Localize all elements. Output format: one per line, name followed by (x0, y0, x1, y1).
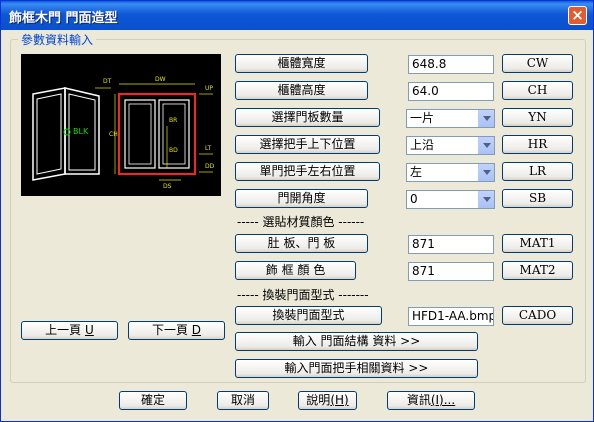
ok-button[interactable]: 確定 (119, 391, 187, 410)
info-button[interactable]: 資訊(I)... (387, 391, 475, 410)
cabinet-height-input[interactable]: 64.0 (408, 82, 494, 101)
next-page-key: D (191, 323, 202, 337)
ch-code-button[interactable]: CH (502, 81, 573, 100)
open-angle-select[interactable]: 0 (406, 190, 495, 209)
handle-vertical-position-button[interactable]: 選擇把手上下位置 (235, 135, 380, 154)
open-angle-value: 0 (410, 192, 418, 206)
preview-label-br: BR (169, 117, 177, 124)
preview-label-dt: DT (103, 78, 112, 85)
cancel-button[interactable]: 取消 (217, 391, 269, 410)
dialog-window: 飾框木門 門面造型 × 參數資料輸入 BLK DT DW UP CH BR BD… (0, 0, 594, 422)
door-style-button[interactable]: 換裝門面型式 (235, 306, 382, 325)
yn-code-button[interactable]: YN (502, 108, 573, 127)
preview-label-dw: DW (155, 76, 166, 83)
mat2-code-button[interactable]: MAT2 (502, 261, 573, 280)
preview-label-bd: BD (169, 147, 178, 154)
cabinet-height-button[interactable]: 櫃體高度 (235, 81, 368, 100)
preview-label-up: UP (205, 85, 213, 92)
panel-material-input[interactable]: 871 (408, 235, 494, 254)
help-key: (H) (330, 393, 349, 407)
title-bar[interactable]: 飾框木門 門面造型 × (1, 1, 593, 30)
preview-label-blk: BLK (73, 127, 89, 136)
style-section-label: ----- 換裝門面型式 ------- (237, 288, 369, 302)
preview-label-lt: LT (205, 145, 212, 152)
preview-label-ds: DS (163, 183, 172, 190)
info-key: (I)... (430, 393, 456, 407)
mat1-code-button[interactable]: MAT1 (502, 234, 573, 253)
prev-page-label: 上一頁 (45, 323, 82, 337)
handle-vertical-position-select[interactable]: 上沿 (406, 136, 495, 155)
cw-code-button[interactable]: CW (502, 54, 573, 73)
door-count-button[interactable]: 選擇門板數量 (235, 108, 380, 127)
door-count-value: 一片 (410, 111, 435, 125)
door-preview-image: BLK DT DW UP CH BR BD LT DD DS (21, 54, 221, 196)
cabinet-width-button[interactable]: 櫃體寬度 (235, 54, 368, 73)
chevron-down-icon[interactable] (478, 110, 494, 127)
sb-code-button[interactable]: SB (502, 189, 573, 208)
panel-material-button[interactable]: 肚 板、門 板 (235, 234, 368, 253)
window-title: 飾框木門 門面造型 (9, 11, 118, 26)
prev-page-button[interactable]: 上一頁 U (21, 321, 118, 340)
lr-code-button[interactable]: LR (502, 162, 573, 181)
prev-page-key: U (85, 323, 94, 337)
chevron-down-icon[interactable] (478, 164, 494, 181)
handle-vertical-position-value: 上沿 (410, 138, 435, 152)
cado-code-button[interactable]: CADO (502, 306, 573, 325)
open-angle-button[interactable]: 門開角度 (235, 189, 368, 208)
hr-code-button[interactable]: HR (502, 135, 573, 154)
chevron-down-icon[interactable] (478, 191, 494, 208)
next-page-button[interactable]: 下一頁 D (128, 321, 225, 340)
door-count-select[interactable]: 一片 (406, 109, 495, 128)
door-handle-data-button[interactable]: 輸入門面把手相關資料 >> (235, 359, 478, 378)
preview-label-dd: DD (205, 163, 215, 170)
chevron-down-icon[interactable] (478, 137, 494, 154)
material-section-label: ----- 選貼材質顏色 ------ (237, 215, 365, 229)
next-page-label: 下一頁 (151, 323, 188, 337)
frame-color-input[interactable]: 871 (408, 262, 494, 281)
handle-horizontal-position-select[interactable]: 左 (406, 163, 495, 182)
preview-label-ch: CH (109, 131, 118, 138)
handle-horizontal-position-button[interactable]: 單門把手左右位置 (235, 162, 380, 181)
frame-color-button[interactable]: 飾 框 顏 色 (235, 261, 356, 280)
info-label: 資訊 (406, 393, 431, 407)
door-preview-drawing: BLK DT DW UP CH BR BD LT DD DS (32, 76, 215, 190)
groupbox-label: 參數資料輸入 (18, 31, 97, 48)
door-structure-data-button[interactable]: 輸入 門面結構 資料 >> (235, 332, 478, 351)
handle-horizontal-position-value: 左 (410, 165, 423, 179)
help-button[interactable]: 說明(H) (298, 391, 357, 410)
door-style-input[interactable]: HFD1-AA.bmp (408, 307, 494, 326)
cabinet-width-input[interactable]: 648.8 (408, 55, 494, 74)
close-button[interactable]: × (568, 6, 587, 25)
help-label: 說明 (306, 393, 331, 407)
